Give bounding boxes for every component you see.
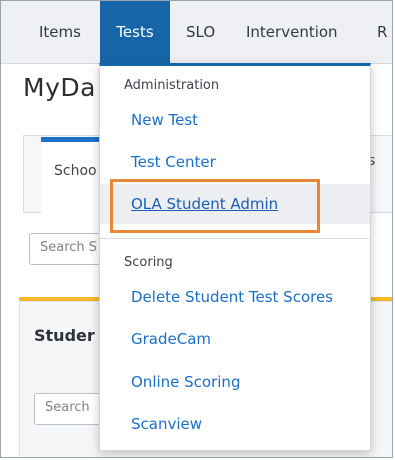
app-window: Items Tests SLO Intervention R MyDa Scho… xyxy=(0,0,393,458)
scoring-header: Scoring xyxy=(124,255,173,270)
nav-items[interactable]: Items xyxy=(39,1,81,63)
menu-item-test-center[interactable]: Test Center xyxy=(100,142,370,182)
tests-dropdown-menu: Administration New Test Test Center OLA … xyxy=(99,63,371,451)
menu-item-online-scoring[interactable]: Online Scoring xyxy=(100,362,370,402)
nav-tests[interactable]: Tests xyxy=(100,1,170,63)
menu-item-ola-student-admin[interactable]: OLA Student Admin xyxy=(100,184,370,224)
menu-item-delete-student-test-scores[interactable]: Delete Student Test Scores xyxy=(100,277,370,317)
panel-title: Studer xyxy=(34,326,95,345)
administration-header: Administration xyxy=(124,78,220,93)
menu-item-scanview[interactable]: Scanview xyxy=(100,404,370,444)
nav-reports-partial[interactable]: R xyxy=(377,1,387,63)
nav-intervention[interactable]: Intervention xyxy=(246,1,338,63)
menu-divider xyxy=(100,238,370,239)
tab-school-label: Schoo xyxy=(54,163,97,179)
top-nav-bar: Items Tests SLO Intervention R xyxy=(1,1,392,64)
page-title: MyDa xyxy=(23,73,96,102)
menu-item-new-test[interactable]: New Test xyxy=(100,100,370,140)
nav-slo[interactable]: SLO xyxy=(186,1,215,63)
menu-item-gradecam[interactable]: GradeCam xyxy=(100,319,370,359)
